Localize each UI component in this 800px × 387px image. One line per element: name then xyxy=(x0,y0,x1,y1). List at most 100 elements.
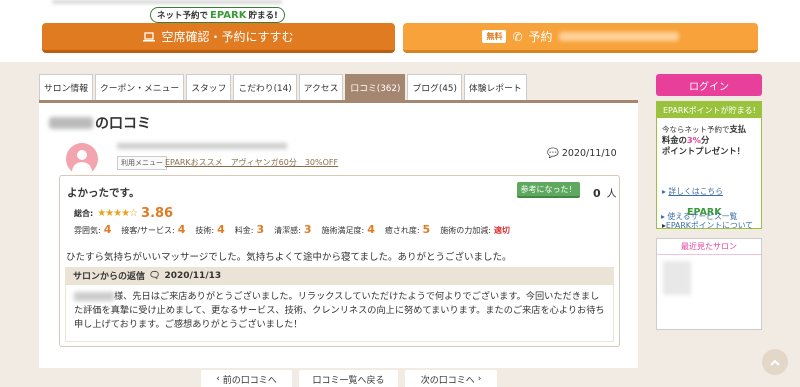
points-line2b: 料金の xyxy=(662,135,687,145)
rating-category-label: 技術: xyxy=(195,226,215,235)
points-line3: ポイントプレゼント！ xyxy=(662,146,745,156)
tab-1[interactable]: クーポン・メニュー xyxy=(95,74,185,100)
top-header: ネット予約で EPARK 貯まる! 空席確認・予約にすすむ 無料 ✆ 予約 xyxy=(0,0,800,62)
phone-reserve-button[interactable]: 無料 ✆ 予約 xyxy=(403,23,758,53)
points-percent: 3% xyxy=(686,135,701,145)
helpful-count: 0人 xyxy=(593,185,617,200)
tab-7[interactable]: 体験レポート xyxy=(463,74,527,100)
rating-category-label: 料金: xyxy=(234,226,254,235)
tab-6[interactable]: ブログ(45) xyxy=(407,74,462,100)
speech-bubble-icon: 🗨 xyxy=(149,270,161,281)
rating-category: 料金: 3 xyxy=(235,223,264,236)
page-title-text: の口コミ xyxy=(95,116,151,132)
comment-icon: 💬 xyxy=(547,148,559,159)
overall-rating: 総合: ★★★★☆ 3.86 xyxy=(74,206,173,221)
rating-category-label: 施術満足度: xyxy=(321,226,365,235)
blurred-header-text xyxy=(52,0,282,4)
helpful-count-unit: 人 xyxy=(606,189,617,200)
tab-3[interactable]: こだわり(14) xyxy=(233,74,297,100)
rating-category-label: 接客/サービス: xyxy=(121,226,175,235)
rating-category-value: 4 xyxy=(367,223,375,236)
points-line2a: 支払 xyxy=(729,124,747,134)
overall-label: 総合: xyxy=(74,209,94,218)
rating-category-label: 施術の力加減: xyxy=(440,226,491,235)
blurred-reviewer-name xyxy=(74,292,114,301)
reserve-button-label: 空席確認・予約にすすむ xyxy=(161,30,294,44)
tab-2[interactable]: スタッフ xyxy=(186,74,232,100)
review-panel: の口コミ 利用メニュー EPARKおススメ アヴィヤンガ60分 30%OFF 💬… xyxy=(39,103,638,368)
salon-reply-header: サロンからの返信 🗨 2020/11/13 xyxy=(65,267,614,284)
rating-category: 施術の力加減: 適切 xyxy=(440,225,510,236)
helpful-button[interactable]: 参考になった！ xyxy=(517,182,580,198)
phone-icon: ✆ xyxy=(512,29,523,44)
points-detail-label: 詳しくはこちら xyxy=(668,187,723,196)
salon-reply-body: 様、先日はご来店ありがとうございました。リラックスしていただけたようで何よりでご… xyxy=(65,284,614,342)
rating-category-value: 3 xyxy=(303,223,312,236)
epark-points-box: EPARKポイントが貯まる! 今ならネット予約で支払 料金の3%分 ポイントプレ… xyxy=(656,101,762,230)
chevron-left-icon: ‹ xyxy=(216,374,220,384)
reserve-button[interactable]: 空席確認・予約にすすむ xyxy=(42,23,395,53)
rating-category-value: 4 xyxy=(103,223,112,236)
chevron-up-icon xyxy=(770,359,780,366)
helpful-count-value: 0 xyxy=(593,187,601,200)
star-rating-icon: ★★★★☆ xyxy=(97,208,138,219)
blurred-salon-name xyxy=(49,117,93,129)
menu-link[interactable]: EPARKおススメ アヴィヤンガ60分 30%OFF xyxy=(165,157,338,168)
points-about-label: EPARKポイントについて xyxy=(665,221,754,230)
menu-tag: 利用メニュー xyxy=(117,156,167,170)
epark-promo-badge: ネット予約で EPARK 貯まる! xyxy=(150,7,285,23)
review-pager: ‹ 前の口コミへ 口コミ一覧へ戻る 次の口コミへ › xyxy=(39,370,638,387)
tab-5[interactable]: 口コミ(362) xyxy=(345,74,406,100)
rating-category-value: 5 xyxy=(422,223,431,236)
rating-category-value: 適切 xyxy=(493,226,510,235)
rating-category-label: 清潔感: xyxy=(274,226,301,235)
rating-category-label: 癒され度: xyxy=(384,226,420,235)
next-review-label: 次の口コミへ xyxy=(420,375,475,386)
points-line1: 今ならネット予約で xyxy=(662,125,730,134)
back-to-list-label: 口コミ一覧へ戻る xyxy=(312,375,385,386)
rating-category-value: 4 xyxy=(177,223,186,236)
overall-score: 3.86 xyxy=(141,206,174,221)
epark-logo: EPARK xyxy=(210,9,247,21)
reply-date: 2020/11/13 xyxy=(164,270,222,281)
rating-category: 施術満足度: 4 xyxy=(321,223,374,236)
rating-category: 癒され度: 5 xyxy=(385,223,430,236)
reply-text: 様、先日はご来店ありがとうございました。リラックスしていただけたようで何よりでご… xyxy=(74,291,605,330)
recent-salons-box: 最近見たサロン xyxy=(656,238,762,330)
prev-review-button[interactable]: ‹ 前の口コミへ xyxy=(201,370,292,387)
back-to-list-button[interactable]: 口コミ一覧へ戻る xyxy=(299,370,398,387)
tab-4[interactable]: アクセス xyxy=(298,74,344,100)
review-body: ひたすら気持ちがいいマッサージでした。気持ちよくて途中から寝てました。ありがとう… xyxy=(66,252,512,263)
rating-category: 清潔感: 3 xyxy=(274,223,311,236)
services-link[interactable]: ▸ 使えるサービス一覧 xyxy=(661,211,737,222)
category-ratings: 雰囲気: 4 接客/サービス: 4 技術: 4 料金: 3 清潔感: 3 施術満足度: 4 癒され度: 5… xyxy=(74,223,510,236)
points-line2c: 分 xyxy=(701,135,710,145)
avatar xyxy=(66,143,98,175)
promo-text: ネット予約で xyxy=(157,11,209,21)
scroll-to-top-button[interactable] xyxy=(762,349,788,375)
points-header: EPARKポイントが貯まる! xyxy=(657,102,761,118)
services-label: 使えるサービス一覧 xyxy=(667,212,738,221)
page-title: の口コミ xyxy=(49,113,151,133)
blurred-salon-thumbnail[interactable] xyxy=(663,261,691,295)
next-review-button[interactable]: 次の口コミへ › xyxy=(405,370,497,387)
rating-category: 接客/サービス: 4 xyxy=(121,223,185,236)
review-date: 💬 2020/11/10 xyxy=(547,148,617,159)
prev-review-label: 前の口コミへ xyxy=(222,375,277,386)
salon-tabs: サロン情報 クーポン・メニュー スタッフ こだわり(14) アクセス 口コミ(362) ブロ… xyxy=(39,74,527,100)
rating-category-label: 雰囲気: xyxy=(74,226,101,235)
rating-category: 技術: 4 xyxy=(195,223,224,236)
phone-reserve-label: 予約 xyxy=(528,30,553,44)
free-badge: 無料 xyxy=(482,30,507,43)
blurred-phone-number xyxy=(558,32,679,41)
tab-0[interactable]: サロン情報 xyxy=(39,74,93,100)
review-headline: よかったです。 xyxy=(67,187,140,199)
rating-category-value: 4 xyxy=(217,223,225,236)
laptop-icon xyxy=(143,31,156,41)
review-date-text: 2020/11/10 xyxy=(561,148,617,159)
login-button[interactable]: ログイン xyxy=(656,74,762,96)
points-detail-link[interactable]: ▸ 詳しくはこちら xyxy=(662,186,723,197)
reply-label: サロンからの返信 xyxy=(73,272,146,282)
recent-salons-header: 最近見たサロン xyxy=(657,239,761,255)
points-body: 今ならネット予約で支払 料金の3%分 ポイントプレゼント！ xyxy=(657,118,761,163)
